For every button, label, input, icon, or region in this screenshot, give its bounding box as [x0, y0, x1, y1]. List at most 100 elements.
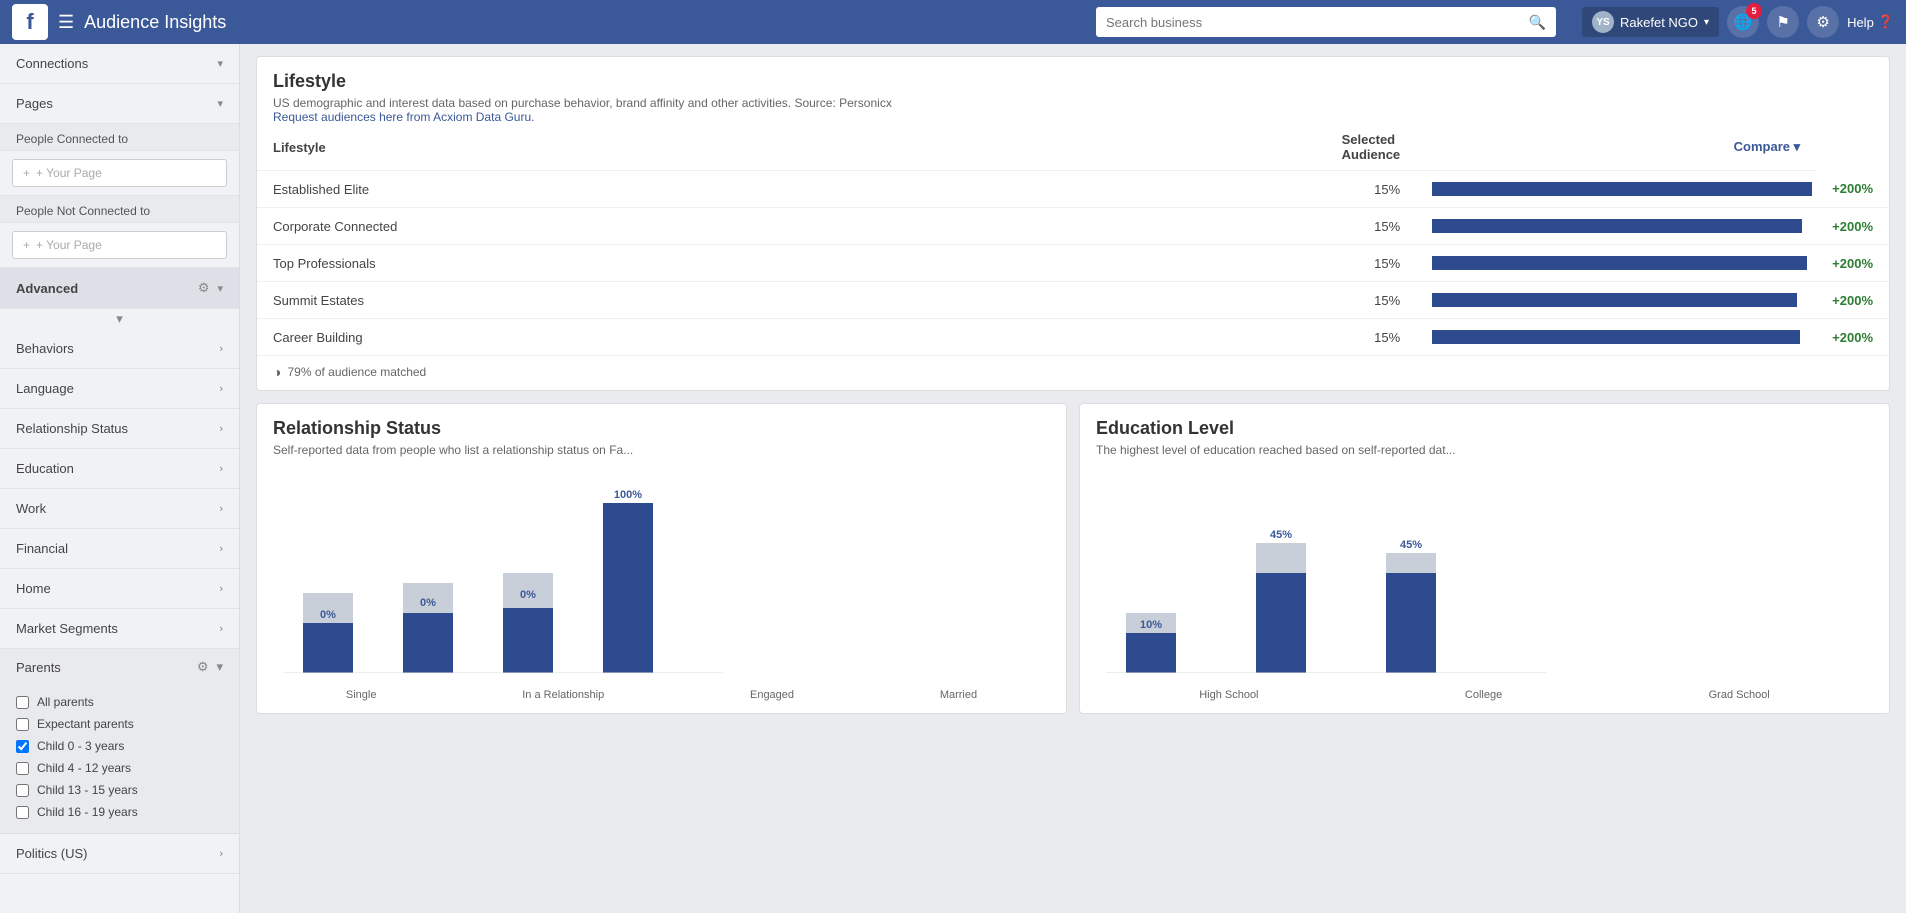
parents-checkbox-list: All parents Expectant parents Child 0 - …: [0, 685, 239, 833]
parents-section: Parents ⚙ ▾ All parents Expectant parent…: [0, 649, 239, 834]
flag-icon-btn[interactable]: ⚑: [1767, 6, 1799, 38]
lifestyle-row-label: Top Professionals: [257, 245, 1326, 282]
checkbox-child-4-12-input[interactable]: [16, 762, 29, 775]
help-label: Help: [1847, 15, 1874, 30]
label-engaged: Engaged: [750, 689, 794, 701]
sidebar-item-language[interactable]: Language ›: [0, 369, 239, 409]
people-not-connected-input-wrap: + + Your Page: [0, 223, 239, 268]
education-level-subtitle: The highest level of education reached b…: [1096, 443, 1873, 457]
checkbox-expectant-parents-input[interactable]: [16, 718, 29, 731]
checkbox-child-16-19-input[interactable]: [16, 806, 29, 819]
sidebar-item-home[interactable]: Home ›: [0, 569, 239, 609]
people-not-connected-input[interactable]: + + Your Page: [12, 231, 227, 259]
sidebar-item-parents[interactable]: Parents ⚙ ▾: [0, 649, 239, 685]
chevron-right-icon: ›: [219, 583, 223, 595]
bottom-row: Relationship Status Self-reported data f…: [256, 403, 1890, 714]
lifestyle-row-pct: 15%: [1326, 282, 1417, 319]
sidebar-item-education[interactable]: Education ›: [0, 449, 239, 489]
search-icon: 🔍: [1529, 14, 1546, 31]
avatar: YS: [1592, 11, 1614, 33]
sidebar-item-behaviors[interactable]: Behaviors ›: [0, 329, 239, 369]
chevron-right-icon: ›: [219, 423, 223, 435]
relationship-status-title: Relationship Status: [273, 418, 1050, 439]
sidebar-item-work[interactable]: Work ›: [0, 489, 239, 529]
checkbox-child-16-19[interactable]: Child 16 - 19 years: [16, 801, 223, 823]
table-row: Established Elite 15% +200%: [257, 171, 1889, 208]
chevron-indicator: ▾: [0, 309, 239, 329]
checkbox-child-13-15-input[interactable]: [16, 784, 29, 797]
sidebar-item-market-segments[interactable]: Market Segments ›: [0, 609, 239, 649]
lifestyle-row-pct: 15%: [1326, 171, 1417, 208]
label-high-school: High School: [1199, 689, 1258, 701]
col-selected: Selected Audience: [1326, 124, 1417, 171]
pie-icon: ◑: [273, 364, 281, 380]
sidebar-item-politics[interactable]: Politics (US) ›: [0, 834, 239, 874]
label-grad-school: Grad School: [1709, 689, 1770, 701]
sidebar-item-connections[interactable]: Connections ▾: [0, 44, 239, 84]
education-level-card: Education Level The highest level of edu…: [1079, 403, 1890, 714]
lifestyle-row-delta: +200%: [1816, 245, 1889, 282]
checkbox-child-0-3[interactable]: Child 0 - 3 years: [16, 735, 223, 757]
label-relationship: In a Relationship: [522, 689, 604, 701]
chevron-right-icon: ›: [219, 623, 223, 635]
bar-single-fg: [303, 623, 353, 673]
checkbox-expectant-parents[interactable]: Expectant parents: [16, 713, 223, 735]
bar-college-fg: [1256, 573, 1306, 673]
table-row: Summit Estates 15% +200%: [257, 282, 1889, 319]
bar-single-value: 0%: [320, 609, 336, 621]
sidebar: Connections ▾ Pages ▾ People Connected t…: [0, 44, 240, 913]
user-menu[interactable]: YS Rakefet NGO ▾: [1582, 7, 1719, 37]
checkbox-all-parents-input[interactable]: [16, 696, 29, 709]
notification-badge: 5: [1746, 3, 1762, 19]
relationship-chart: 0% 0% 0% 100%: [273, 473, 1050, 673]
people-connected-input-wrap: + + Your Page: [0, 151, 239, 196]
bar-married-fg: [603, 503, 653, 673]
bar-highschool-fg: [1126, 633, 1176, 673]
bar-relationship-fg: [403, 613, 453, 673]
col-lifestyle: Lifestyle: [257, 124, 1326, 171]
main-content: Lifestyle US demographic and interest da…: [240, 44, 1906, 913]
chevron-down-icon: ▾: [217, 282, 223, 295]
people-connected-label: People Connected to: [16, 132, 128, 146]
bar-engaged-fg: [503, 608, 553, 673]
sidebar-item-advanced[interactable]: Advanced ⚙ ▾: [0, 268, 239, 309]
checkbox-child-0-3-input[interactable]: [16, 740, 29, 753]
settings-dot-icon: ⚙: [197, 659, 209, 675]
checkbox-child-4-12[interactable]: Child 4 - 12 years: [16, 757, 223, 779]
lifestyle-row-bar: [1416, 245, 1816, 282]
hamburger-icon[interactable]: ☰: [58, 12, 74, 33]
education-labels: High School College Grad School: [1080, 685, 1889, 713]
chevron-down-icon: ▾: [217, 97, 223, 110]
lifestyle-row-bar: [1416, 319, 1816, 356]
sidebar-item-relationship-status[interactable]: Relationship Status ›: [0, 409, 239, 449]
sidebar-item-financial[interactable]: Financial ›: [0, 529, 239, 569]
relationship-status-header: Relationship Status Self-reported data f…: [257, 404, 1066, 465]
audience-matched: ◑ 79% of audience matched: [257, 356, 1889, 390]
compare-button[interactable]: Compare ▾: [1416, 124, 1816, 171]
table-row: Career Building 15% +200%: [257, 319, 1889, 356]
lifestyle-title: Lifestyle: [273, 71, 1873, 92]
lifestyle-row-label: Corporate Connected: [257, 208, 1326, 245]
chevron-right-icon: ›: [219, 503, 223, 515]
chevron-right-icon: ›: [219, 543, 223, 555]
help-button[interactable]: Help ❓: [1847, 14, 1894, 30]
settings-icon-btn[interactable]: ⚙: [1807, 6, 1839, 38]
sidebar-item-pages[interactable]: Pages ▾: [0, 84, 239, 124]
globe-icon-btn[interactable]: 🌐 5: [1727, 6, 1759, 38]
lifestyle-row-label: Summit Estates: [257, 282, 1326, 319]
search-input[interactable]: [1106, 15, 1529, 30]
bar-gradschool-fg: [1386, 573, 1436, 673]
lifestyle-link[interactable]: Request audiences here from Acxiom Data …: [273, 110, 534, 124]
settings-dot-icon: ⚙: [198, 280, 210, 296]
lifestyle-row-pct: 15%: [1326, 245, 1417, 282]
user-name: Rakefet NGO: [1620, 15, 1698, 30]
chevron-right-icon: ›: [219, 463, 223, 475]
lifestyle-row-delta: +200%: [1816, 208, 1889, 245]
relationship-status-subtitle: Self-reported data from people who list …: [273, 443, 1050, 457]
people-connected-input[interactable]: + + Your Page: [12, 159, 227, 187]
chevron-right-icon: ›: [219, 383, 223, 395]
checkbox-child-13-15[interactable]: Child 13 - 15 years: [16, 779, 223, 801]
checkbox-all-parents[interactable]: All parents: [16, 691, 223, 713]
label-married: Married: [940, 689, 977, 701]
help-question-icon: ❓: [1878, 14, 1894, 30]
